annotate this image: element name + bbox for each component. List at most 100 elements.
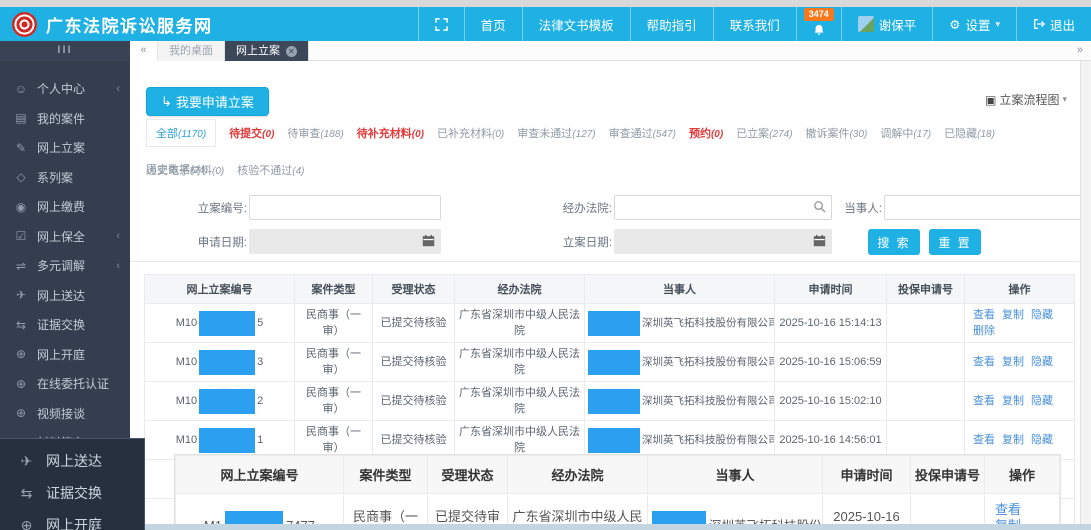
filter-tab-history[interactable]: 历史数据(24) bbox=[146, 156, 208, 182]
filter-tab[interactable]: 待补充材料(0) bbox=[357, 120, 424, 146]
nav-link-label: 法律文书模板 bbox=[538, 18, 614, 33]
magnified-sidebar-item[interactable]: ⊕ 网上开庭 bbox=[0, 509, 144, 530]
sidebar-item[interactable]: ◇ 系列案 bbox=[0, 163, 130, 193]
nav-link[interactable]: 联系我们 bbox=[712, 7, 796, 41]
action-hide[interactable]: 隐藏 bbox=[1031, 307, 1053, 323]
filter-count: (0) bbox=[710, 129, 724, 140]
filter-tab[interactable]: 待审查(188) bbox=[287, 120, 343, 146]
scroll-tabs-left-button[interactable]: « bbox=[130, 41, 158, 61]
sidebar-item[interactable]: ▤ 我的案件 bbox=[0, 104, 130, 134]
action-view[interactable]: 查看 bbox=[973, 393, 995, 409]
sidebar-item[interactable]: ◉ 网上缴费 bbox=[0, 192, 130, 222]
fullscreen-icon bbox=[434, 17, 448, 31]
workspace-tab[interactable]: 网上立案 ✕ bbox=[225, 41, 309, 61]
settings-label: 设置 bbox=[965, 18, 991, 33]
action-view[interactable]: 查看 bbox=[995, 502, 1021, 518]
apply-filing-button[interactable]: ↳ 我要申请立案 bbox=[146, 87, 269, 116]
nav-link-label: 首页 bbox=[480, 18, 506, 33]
filter-tab[interactable]: 预约(0) bbox=[689, 120, 723, 146]
action-copy[interactable]: 复制 bbox=[1002, 354, 1024, 370]
filter-label: 待提交 bbox=[229, 128, 263, 140]
open-tabs: « 我的桌面 网上立案 ✕ bbox=[130, 41, 309, 61]
filter-tab[interactable]: 审查未通过(127) bbox=[517, 120, 595, 146]
action-copy[interactable]: 复制 bbox=[1002, 393, 1024, 409]
case-no-input[interactable] bbox=[249, 195, 441, 220]
chevron-left-icon: ‹ bbox=[116, 259, 120, 272]
user-menu[interactable]: 谢保平 bbox=[840, 7, 933, 41]
filter-tab[interactable]: 待提交(0) bbox=[229, 120, 274, 146]
case-type-cell: 民商事（一审） bbox=[294, 303, 373, 343]
filter-tab[interactable]: 已补充材料(0) bbox=[437, 120, 504, 146]
filter-tab[interactable]: 审查通过(547) bbox=[609, 120, 676, 146]
magnified-sidebar-item[interactable]: ✈ 网上送达 bbox=[0, 445, 144, 477]
apply-filing-label: 我要申请立案 bbox=[175, 95, 254, 110]
action-view[interactable]: 查看 bbox=[973, 432, 995, 448]
magnified-sidebar-item[interactable]: ⇆ 证据交换 bbox=[0, 477, 144, 509]
nav-link[interactable]: 首页 bbox=[463, 7, 522, 41]
notifications-button[interactable]: 3474 bbox=[795, 7, 841, 41]
sidebar-item[interactable]: ⊕ 网上开庭 bbox=[0, 340, 130, 370]
calendar-icon[interactable] bbox=[813, 234, 826, 247]
settings-menu[interactable]: ⚙ 设置 ▾ bbox=[932, 7, 1016, 41]
fullscreen-button[interactable] bbox=[417, 7, 464, 41]
scroll-tabs-right-button[interactable]: » bbox=[1077, 41, 1083, 60]
apply-date-input[interactable] bbox=[249, 229, 441, 254]
close-icon[interactable]: ✕ bbox=[286, 45, 297, 57]
sidebar-item-label: 网上送达 bbox=[46, 453, 102, 469]
filing-flowchart-link[interactable]: ▣ 立案流程图 ▾ bbox=[985, 91, 1067, 108]
filter-tab[interactable]: 已隐藏(18) bbox=[944, 120, 995, 146]
filter-count: (17) bbox=[913, 129, 932, 140]
action-links: 查看复制隐藏 bbox=[973, 393, 1071, 409]
sidebar-item[interactable]: ✈ 网上送达 bbox=[0, 281, 130, 311]
filing-date-input[interactable] bbox=[614, 229, 832, 254]
logout-icon bbox=[1033, 18, 1045, 30]
action-copy[interactable]: 复制 bbox=[1002, 307, 1024, 323]
filter-tab[interactable]: 全部(1170) bbox=[146, 119, 217, 147]
reset-button[interactable]: 重 置 bbox=[929, 229, 981, 255]
column-header: 受理状态 bbox=[372, 274, 455, 304]
search-button[interactable]: 搜 索 bbox=[868, 229, 920, 255]
sidebar-item[interactable]: ☑ 网上保全 ‹ bbox=[0, 222, 130, 252]
sidebar-item[interactable]: ⊕ 视频接谈 bbox=[0, 399, 130, 429]
filter-count: (1170) bbox=[178, 129, 207, 140]
sidebar-collapse-toggle[interactable]: III bbox=[0, 41, 130, 61]
action-hide[interactable]: 隐藏 bbox=[1031, 354, 1053, 370]
series-case-icon: ◇ bbox=[16, 170, 26, 185]
calendar-icon[interactable] bbox=[422, 234, 435, 247]
case-number-prefix: M10 bbox=[175, 434, 198, 446]
action-view[interactable]: 查看 bbox=[973, 307, 995, 323]
action-hide[interactable]: 隐藏 bbox=[1031, 393, 1053, 409]
nav-link[interactable]: 帮助指引 bbox=[629, 7, 713, 41]
filter-label: 历史数据 bbox=[146, 164, 190, 176]
search-icon[interactable] bbox=[813, 200, 826, 213]
browser-edge-strip bbox=[0, 0, 1091, 7]
filter-tab[interactable]: 撤诉案件(30) bbox=[806, 120, 868, 146]
party-input[interactable] bbox=[884, 195, 1082, 220]
status-cell: 已提交待核验 bbox=[372, 342, 455, 382]
action-delete[interactable]: 删除 bbox=[973, 323, 995, 339]
filing-date-label: 立案日期: bbox=[562, 236, 612, 249]
nav-link[interactable]: 法律文书模板 bbox=[521, 7, 630, 41]
filter-tab[interactable]: 调解中(17) bbox=[880, 120, 931, 146]
column-header: 当事人 bbox=[647, 455, 823, 494]
court-input[interactable] bbox=[614, 195, 832, 220]
filter-tab[interactable]: 已立案(274) bbox=[736, 120, 792, 146]
action-copy[interactable]: 复制 bbox=[1002, 432, 1024, 448]
column-header: 网上立案编号 bbox=[144, 274, 295, 304]
filter-count: (30) bbox=[849, 129, 868, 140]
workspace-tab[interactable]: 我的桌面 bbox=[158, 41, 225, 61]
vertical-scroll-gutter[interactable] bbox=[1080, 61, 1091, 530]
sidebar-item[interactable]: ☺ 个人中心 ‹ bbox=[0, 74, 130, 104]
sidebar-item[interactable]: ⇌ 多元调解 ‹ bbox=[0, 251, 130, 281]
action-hide[interactable]: 隐藏 bbox=[1031, 432, 1053, 448]
logout-button[interactable]: 退出 bbox=[1015, 7, 1091, 41]
action-view[interactable]: 查看 bbox=[973, 354, 995, 370]
online-court-icon: ⊕ bbox=[15, 347, 27, 362]
filter-tab[interactable]: 核验不通过(4) bbox=[237, 157, 304, 183]
filter-count: (127) bbox=[572, 129, 596, 140]
sidebar-item[interactable]: ⊕ 在线委托认证 bbox=[0, 369, 130, 399]
column-header: 申请时间 bbox=[774, 274, 887, 304]
sidebar-item[interactable]: ✎ 网上立案 bbox=[0, 133, 130, 163]
horizontal-scrollbar[interactable] bbox=[145, 524, 1091, 530]
sidebar-item[interactable]: ⇆ 证据交换 bbox=[0, 310, 130, 340]
